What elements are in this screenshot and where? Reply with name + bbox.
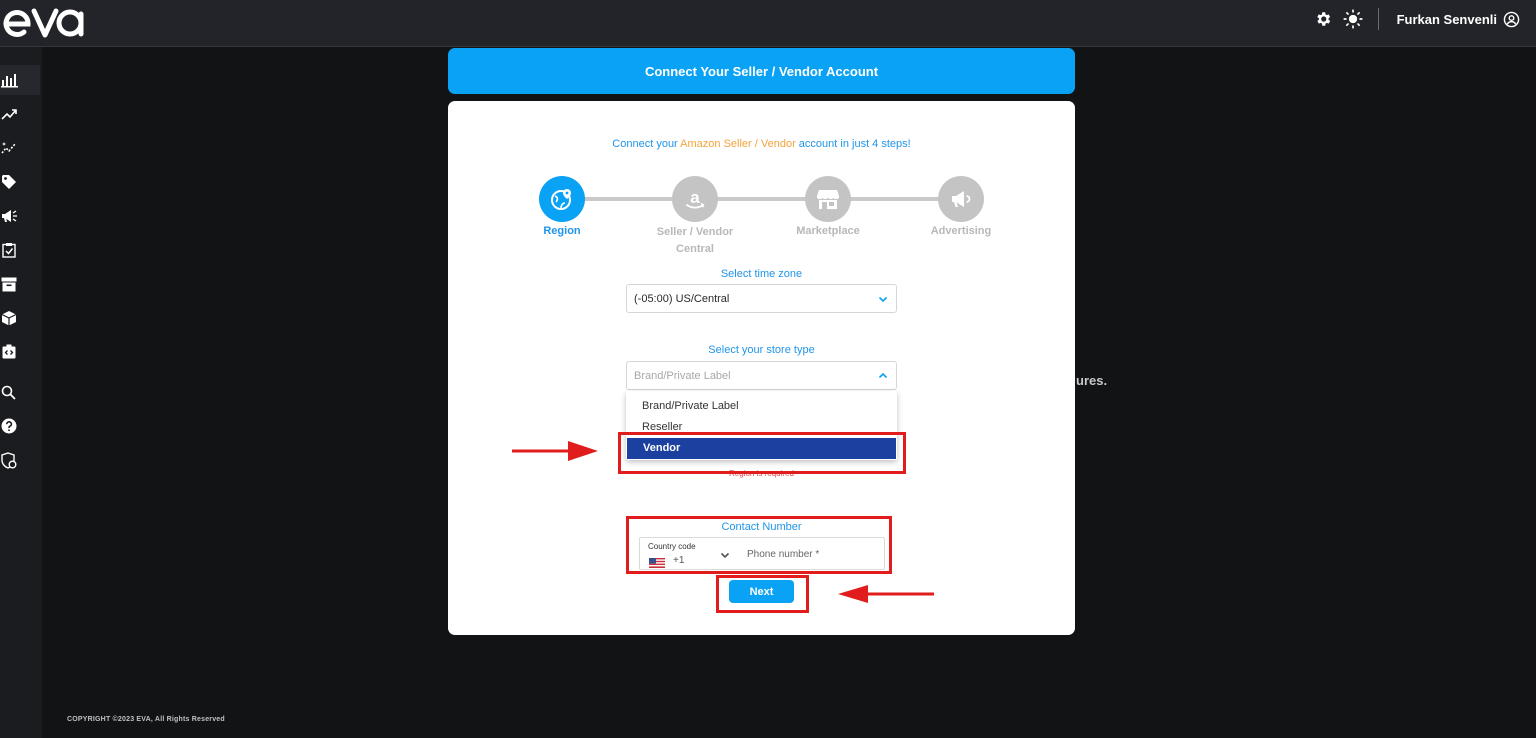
step-label-region: Region <box>543 225 581 237</box>
intro-before: Connect your <box>612 138 681 150</box>
store-type-placeholder: Brand/Private Label <box>634 369 731 382</box>
sidebar-item-pricing[interactable] <box>0 167 40 197</box>
sidebar-item-dashboard[interactable] <box>0 65 40 95</box>
amazon-icon: a <box>686 188 705 209</box>
divider <box>1377 8 1379 30</box>
step-label-marketplace: Marketplace <box>796 225 860 237</box>
user-name[interactable]: Furkan Senvenli <box>1397 12 1497 27</box>
store-type-select[interactable]: Brand/Private Label <box>626 361 897 390</box>
sidebar-item-tasks[interactable] <box>0 235 40 265</box>
package-icon <box>1 311 17 326</box>
step-marketplace[interactable] <box>805 176 851 222</box>
sidebar-item-reports[interactable] <box>0 337 40 367</box>
security-icon <box>1 451 17 469</box>
sidebar <box>0 47 42 738</box>
annotation-vendor-box <box>618 432 906 474</box>
sidebar-item-advertising[interactable] <box>0 201 40 231</box>
background-text: ures. <box>1076 373 1108 388</box>
report-icon <box>2 344 16 359</box>
modal-header: Connect Your Seller / Vendor Account <box>448 48 1075 94</box>
eva-logo[interactable] <box>0 2 90 47</box>
sidebar-item-search[interactable] <box>0 377 40 407</box>
sun-icon[interactable] <box>1342 8 1364 30</box>
sidebar-item-help[interactable] <box>0 411 40 441</box>
timezone-value: (-05:00) US/Central <box>634 292 730 305</box>
globe-pin-icon <box>551 189 571 210</box>
sidebar-item-insights[interactable] <box>0 133 40 163</box>
annotation-contact-box <box>626 516 892 574</box>
sidebar-item-security[interactable] <box>0 445 40 475</box>
step-region[interactable] <box>539 176 585 222</box>
stepper-line <box>562 197 958 201</box>
modal-title: Connect Your Seller / Vendor Account <box>644 63 879 79</box>
copyright-text: COPYRIGHT ©2023 EVA, All Rights Reserved <box>67 716 225 723</box>
intro-after: account in just 4 steps! <box>795 138 911 150</box>
dashboard-icon <box>1 73 18 87</box>
intro-highlight: Amazon Seller / Vendor <box>680 138 796 150</box>
gear-icon[interactable] <box>1312 8 1334 30</box>
sidebar-item-trends[interactable] <box>0 99 40 129</box>
archive-icon <box>1 277 17 291</box>
step-label-advertising: Advertising <box>930 225 992 237</box>
megaphone-icon <box>952 191 971 207</box>
tag-icon <box>2 175 16 189</box>
step-label-seller-vendor-central: Seller / Vendor Central <box>656 226 734 255</box>
timezone-title: Select time zone <box>720 268 803 280</box>
search-icon <box>1 385 16 400</box>
annotation-arrow-right <box>512 441 598 461</box>
store-type-option[interactable]: Brand/Private Label <box>626 396 897 417</box>
annotation-next-box <box>716 575 809 613</box>
top-bar: Furkan Senvenli <box>0 0 1536 47</box>
clipboard-check-icon <box>2 243 16 258</box>
megaphone-icon <box>2 210 17 222</box>
help-icon <box>1 418 17 434</box>
timezone-select[interactable]: (-05:00) US/Central <box>626 284 897 313</box>
sidebar-item-archive[interactable] <box>0 269 40 299</box>
trend-icon <box>1 109 17 120</box>
intro-text: Connect your Amazon Seller / Vendor acco… <box>448 138 1075 150</box>
store-type-title: Select your store type <box>708 344 815 356</box>
step-advertising[interactable] <box>938 176 984 222</box>
annotation-arrow-left <box>838 585 934 603</box>
user-circle-icon[interactable] <box>1503 11 1520 28</box>
chevron-up-icon <box>877 370 889 382</box>
sparkle-chart-icon <box>1 142 16 154</box>
step-seller-vendor-central[interactable]: a <box>672 176 718 222</box>
svg-text:a: a <box>690 188 700 207</box>
top-bar-actions: Furkan Senvenli <box>1304 8 1520 30</box>
sidebar-item-inventory[interactable] <box>0 303 40 333</box>
chevron-down-icon <box>877 293 889 305</box>
store-icon <box>817 190 839 209</box>
